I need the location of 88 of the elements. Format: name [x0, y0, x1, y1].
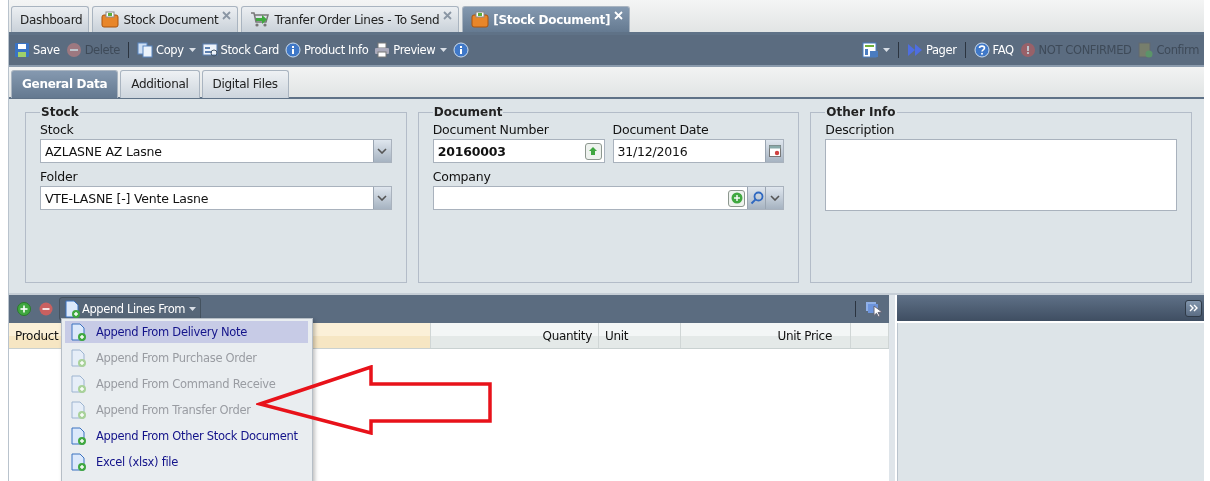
tab[interactable]: General Data — [11, 70, 119, 98]
group-title: Document — [432, 105, 504, 119]
toolbar-button[interactable]: Save — [13, 40, 61, 60]
tab[interactable]: Tranfer Order Lines - To Send — [241, 6, 460, 32]
fast-forward-icon — [906, 42, 923, 58]
date-field[interactable]: 31/12/2016 — [612, 139, 785, 163]
combo-box[interactable]: VTE-LASNE [-] Vente Lasne — [40, 186, 392, 210]
help-icon — [973, 42, 990, 58]
document-plus-icon — [70, 401, 86, 419]
append-lines-button[interactable]: Append Lines From — [59, 297, 202, 321]
document-plus-icon — [70, 323, 86, 341]
menu-item[interactable]: Excel (xlsx) file — [65, 451, 308, 473]
remove-button[interactable] — [37, 300, 55, 318]
field-label: Folder — [40, 169, 79, 184]
add-button[interactable] — [15, 300, 33, 318]
tab[interactable]: Dashboard — [11, 6, 90, 32]
toolbar-button[interactable]: Product Info — [284, 40, 370, 60]
caret-icon — [882, 48, 890, 52]
field-label: Description — [825, 122, 896, 137]
close-icon — [614, 11, 624, 20]
arrow-up-icon — [588, 146, 598, 156]
layout-icon — [861, 42, 878, 58]
calendar-icon — [768, 145, 781, 157]
cursor-icon — [865, 301, 883, 317]
tab[interactable]: Stock Document — [92, 6, 239, 32]
dropdown-trigger[interactable] — [372, 187, 391, 209]
briefcase-icon — [101, 11, 120, 28]
date-picker-button[interactable] — [765, 140, 784, 162]
toolbar-button[interactable] — [452, 40, 471, 60]
chevron-icon — [377, 148, 388, 154]
delete-icon — [65, 42, 82, 58]
tab[interactable]: Additional — [120, 70, 200, 98]
alert-icon — [1019, 42, 1036, 58]
increment-button[interactable] — [584, 142, 602, 160]
field-label: Company — [432, 169, 492, 184]
printer-icon — [374, 42, 391, 58]
copy-icon — [137, 42, 154, 58]
toolbar-button[interactable]: Pager — [905, 40, 958, 60]
card-icon — [201, 42, 218, 58]
dropdown-trigger[interactable] — [372, 140, 391, 162]
input-field[interactable]: 20160003 — [432, 139, 605, 163]
close-icon — [222, 11, 232, 20]
group-title: Other Info — [825, 105, 897, 119]
document-plus-icon — [1137, 42, 1154, 58]
toolbar-button[interactable]: Stock Card — [200, 40, 280, 60]
tab[interactable]: Digital Files — [201, 70, 289, 98]
column-header[interactable]: Unit — [599, 323, 681, 348]
info-icon — [285, 42, 301, 58]
info-icon — [453, 42, 470, 58]
toolbar-button[interactable] — [860, 40, 891, 60]
select-button[interactable] — [863, 299, 885, 319]
search-button[interactable] — [747, 187, 766, 209]
group-title: Stock — [40, 105, 80, 119]
cart-arrow-icon — [250, 11, 271, 28]
chevron-icon — [769, 195, 780, 201]
field-label: Document Number — [432, 122, 550, 137]
field-label: Document Date — [612, 122, 710, 137]
toolbar-button[interactable]: Preview — [373, 40, 449, 60]
combo-box[interactable]: AZLASNE AZ Lasne — [40, 139, 392, 163]
caret-icon — [189, 307, 197, 311]
toolbar-button[interactable]: Copy — [136, 40, 197, 60]
save-icon — [14, 42, 30, 58]
document-plus-icon — [70, 375, 86, 393]
chevron-icon — [377, 195, 388, 201]
double-chevron-icon — [1188, 304, 1199, 312]
plus-icon — [17, 302, 31, 316]
menu-item[interactable]: Append From Delivery Note — [65, 321, 308, 343]
document-plus-icon — [70, 453, 86, 471]
document-plus-icon — [64, 300, 80, 318]
briefcase-icon — [471, 11, 490, 28]
minus-icon — [39, 302, 53, 316]
plus-icon — [730, 192, 743, 204]
caret-icon — [188, 48, 196, 52]
document-plus-icon — [70, 349, 86, 367]
input-field[interactable] — [432, 186, 785, 210]
add-button[interactable] — [728, 189, 746, 207]
column-header[interactable]: Quantity — [431, 323, 599, 348]
dropdown-trigger[interactable] — [765, 187, 784, 209]
search-icon — [749, 191, 764, 205]
document-plus-icon — [70, 427, 86, 445]
tab[interactable]: [Stock Document] — [462, 6, 631, 32]
caret-icon — [440, 48, 448, 52]
expand-button[interactable] — [1185, 299, 1202, 317]
menu-item[interactable]: Append From Other Stock Document — [65, 425, 308, 447]
toolbar-button[interactable]: FAQ — [972, 40, 1015, 60]
field-label: Stock — [40, 122, 75, 137]
column-header[interactable]: Unit Price — [681, 323, 851, 348]
close-icon — [443, 11, 453, 20]
